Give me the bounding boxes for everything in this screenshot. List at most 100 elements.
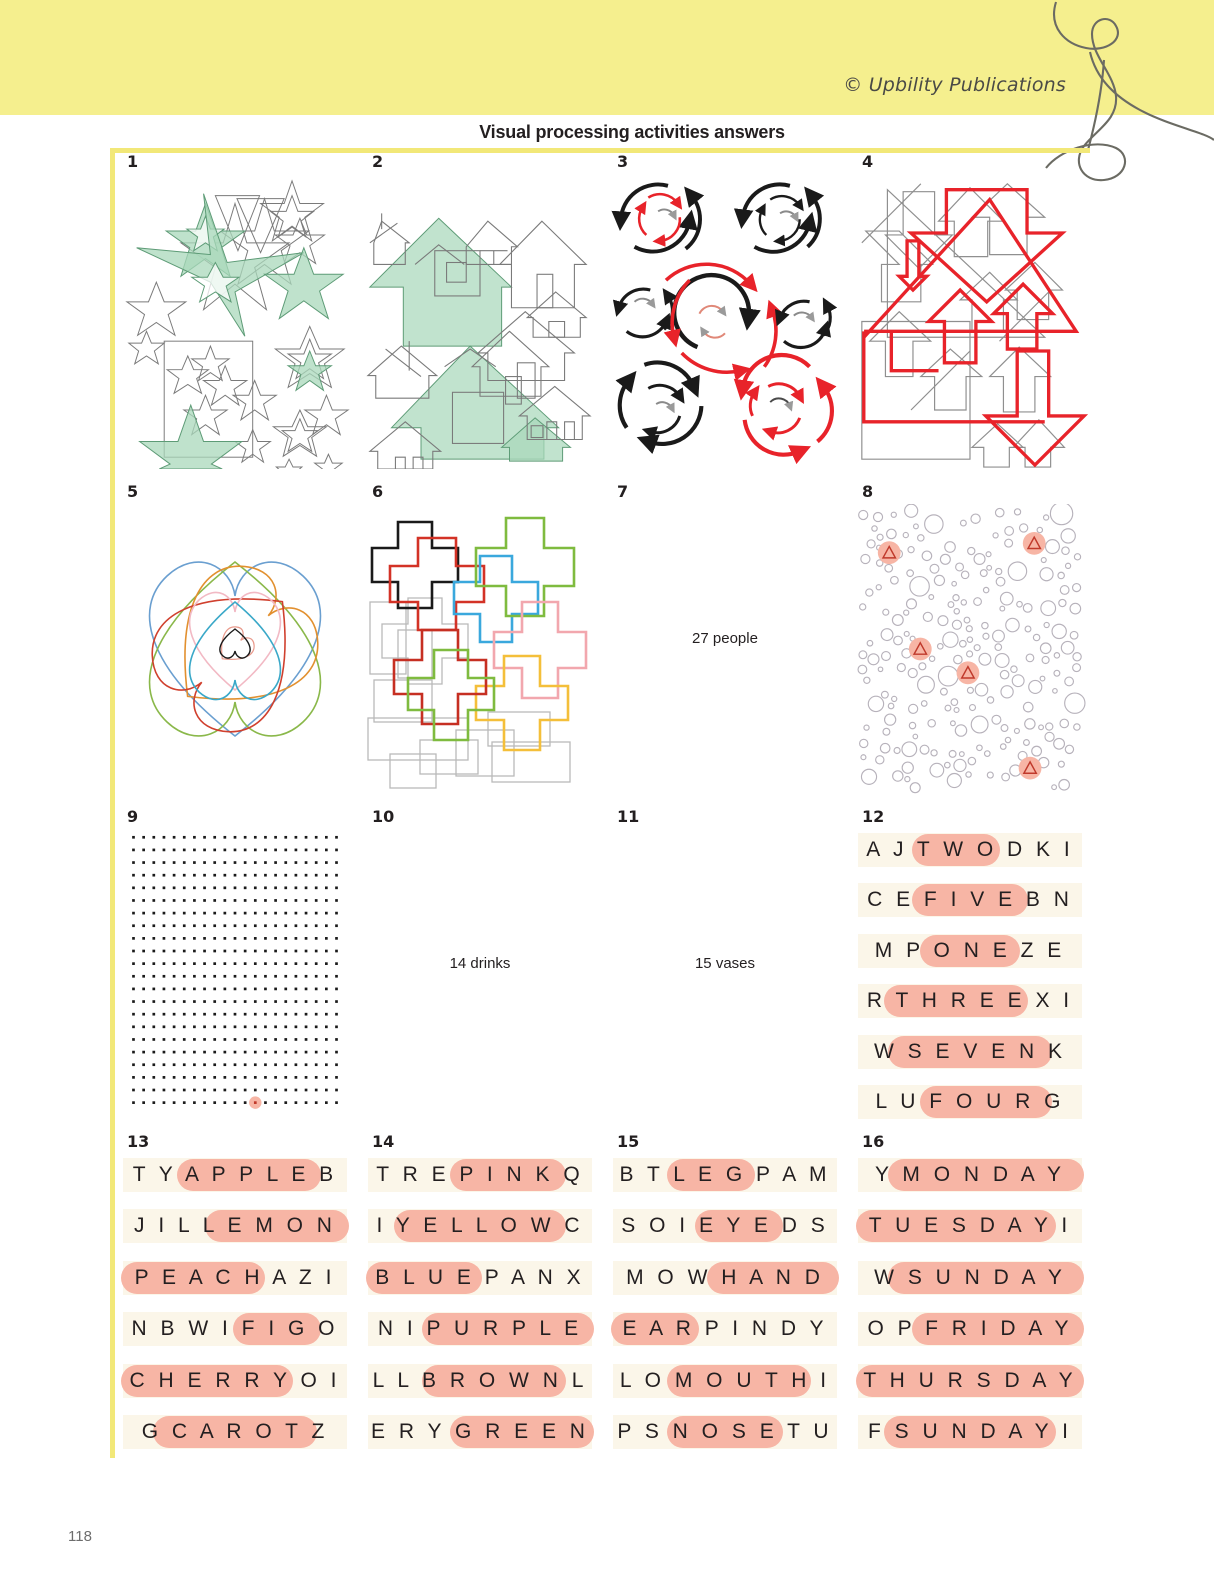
- page-title-text: Visual processing activities answers: [479, 122, 785, 142]
- wordsearch-letters: C H E R R Y O I: [129, 1368, 341, 1392]
- wordsearch-row: E A R P I N D Y: [610, 1312, 837, 1347]
- wordsearch-letters: N B W I F I G O: [131, 1317, 339, 1341]
- answer-cell-14: 14 T R E P I N K Q I Y E L L O W C B L U E…: [360, 1128, 600, 1453]
- wordsearch-row: E R Y G R E E N: [368, 1414, 595, 1449]
- cell-number-5: 5: [127, 482, 139, 501]
- wordsearch-row: S O I E Y E D S: [613, 1209, 837, 1244]
- houses-puzzle-art: [366, 213, 592, 469]
- circles-triangles-puzzle-art: [857, 504, 1086, 794]
- wordsearch-row: R T H R E E X I: [858, 984, 1082, 1019]
- wordsearch-row: I Y E L L O W C: [368, 1209, 592, 1244]
- wordsearch-letters: W S U N D A Y: [874, 1265, 1066, 1289]
- cell-number-6: 6: [372, 482, 384, 501]
- wordsearch-letters: L U F O U R G: [875, 1089, 1065, 1113]
- wordsearch-letters: E A R P I N D Y: [622, 1317, 828, 1341]
- answer-cell-5: 5: [115, 478, 355, 798]
- answer-cell-16: 16 Y M O N D A Y T U E S D A Y I W S U N D…: [850, 1128, 1090, 1453]
- answer-cell-11: 11 15 vases: [605, 803, 845, 1123]
- dot-grid-puzzle-art: [132, 835, 338, 1109]
- wordsearch-row: Y M O N D A Y: [858, 1158, 1085, 1192]
- wordsearch-row: O P F R I D A Y: [858, 1312, 1085, 1347]
- wordsearch-row: T U E S D A Y I: [855, 1209, 1082, 1244]
- wordsearch-13: T Y A P P L E B J I L L E M O N P E A C H …: [120, 1158, 350, 1449]
- answer-text-11: 15 vases: [694, 954, 756, 972]
- wordsearch-row: C H E R R Y O I: [120, 1363, 347, 1398]
- copyright-notice: © Upbility Publications: [843, 74, 1066, 96]
- wordsearch-letters: C E F I V E B N: [867, 888, 1073, 912]
- crosses-puzzle-art: [367, 516, 588, 789]
- wordsearch-row: M P O N E Z E: [858, 933, 1082, 968]
- wordsearch-letters: S O I E Y E D S: [621, 1214, 829, 1238]
- wordsearch-row: C E F I V E B N: [858, 883, 1082, 918]
- answer-cell-3: 3: [605, 148, 845, 473]
- wordsearch-letters: Y M O N D A Y: [874, 1163, 1066, 1186]
- wordsearch-letters: T U E S D A Y I: [868, 1214, 1072, 1238]
- wordsearch-letters: O P F R I D A Y: [867, 1317, 1073, 1341]
- cell-number-16: 16: [862, 1132, 885, 1151]
- answer-cell-12: 12 A J T W O D K I C E F I V E B N M P O N…: [850, 803, 1090, 1123]
- wordsearch-letters: T H U R S D A Y: [863, 1368, 1077, 1392]
- answer-cell-1: 1: [115, 148, 355, 473]
- wordsearch-row: N I P U R P L E: [368, 1312, 595, 1347]
- wordsearch-letters: L L B R O W N L: [372, 1368, 588, 1392]
- wordsearch-row: G C A R O T Z: [123, 1414, 347, 1449]
- wordsearch-row: M O W H A N D: [613, 1260, 840, 1295]
- wordsearch-letters: T R E P I N K Q: [376, 1163, 584, 1186]
- wordsearch-14: T R E P I N K Q I Y E L L O W C B L U E P …: [365, 1158, 595, 1449]
- answer-cell-8: 8: [850, 478, 1090, 798]
- wordsearch-letters: M P O N E Z E: [874, 938, 1066, 962]
- cell-number-13: 13: [127, 1132, 150, 1151]
- header-band: [0, 0, 1214, 115]
- wordsearch-row: L O M O U T H I: [613, 1363, 837, 1398]
- cell-number-4: 4: [862, 152, 874, 171]
- wordsearch-letters: R T H R E E X I: [866, 989, 1074, 1013]
- wordsearch-letters: F S U N D A Y I: [868, 1419, 1072, 1443]
- wordsearch-letters: L O M O U T H I: [619, 1368, 831, 1392]
- wordsearch-row: P E A C H A Z I: [120, 1260, 347, 1295]
- wordsearch-15: B T L E G P A M S O I E Y E D S M O W H A …: [610, 1158, 840, 1449]
- circular-arrows-puzzle-art: [611, 182, 838, 465]
- wordsearch-row: N B W I F I G O: [123, 1312, 347, 1347]
- wordsearch-row: W S U N D A Y: [858, 1260, 1085, 1295]
- answer-cell-9: 9: [115, 803, 355, 1123]
- cell-number-1: 1: [127, 152, 139, 171]
- wordsearch-row: F S U N D A Y I: [858, 1414, 1082, 1449]
- answer-cell-2: 2: [360, 148, 600, 473]
- wordsearch-row: T H U R S D A Y: [855, 1363, 1085, 1398]
- block-arrows-puzzle-art: [861, 183, 1089, 468]
- wordsearch-12: A J T W O D K I C E F I V E B N M P O N E …: [858, 833, 1082, 1119]
- stars-puzzle-art: [125, 179, 350, 469]
- wordsearch-letters: J I L L E M O N: [134, 1214, 336, 1238]
- wordsearch-row: W S E V E N K: [858, 1034, 1082, 1069]
- wordsearch-letters: N I P U R P L E: [377, 1317, 583, 1341]
- answer-text-10: 14 drinks: [449, 954, 511, 972]
- cell-number-3: 3: [617, 152, 629, 171]
- cell-number-14: 14: [372, 1132, 395, 1151]
- wordsearch-letters: G C A R O T Z: [141, 1419, 329, 1443]
- nested-hearts-puzzle-art: [148, 560, 322, 738]
- answers-grid: 1 2 3 4 5 6 7 27 people 8 9 10 14 drinks…: [110, 148, 1090, 1458]
- answer-cell-4: 4: [850, 148, 1090, 473]
- wordsearch-letters: M O W H A N D: [626, 1265, 824, 1289]
- wordsearch-row: B T L E G P A M: [613, 1158, 837, 1192]
- wordsearch-letters: P S N O S E T U: [617, 1419, 833, 1443]
- wordsearch-row: A J T W O D K I: [858, 833, 1082, 867]
- wordsearch-letters: T Y A P P L E B: [132, 1163, 338, 1186]
- page-title: Visual processing activities answers: [0, 122, 1214, 143]
- page-number: 118: [68, 1528, 92, 1545]
- answer-text-7: 27 people: [692, 629, 758, 647]
- answer-cell-7: 7 27 people: [605, 478, 845, 798]
- wordsearch-row: L L B R O W N L: [368, 1363, 592, 1398]
- wordsearch-row: P S N O S E T U: [613, 1414, 837, 1449]
- wordsearch-letters: W S E V E N K: [873, 1039, 1067, 1063]
- answer-cell-15: 15 B T L E G P A M S O I E Y E D S M O W H…: [605, 1128, 845, 1453]
- answer-cell-6: 6: [360, 478, 600, 798]
- answer-cell-13: 13 T Y A P P L E B J I L L E M O N P E A C…: [115, 1128, 355, 1453]
- wordsearch-16: Y M O N D A Y T U E S D A Y I W S U N D A …: [855, 1158, 1085, 1449]
- cell-number-2: 2: [372, 152, 384, 171]
- wordsearch-letters: E R Y G R E E N: [371, 1419, 589, 1443]
- wordsearch-row: B L U E P A N X: [365, 1260, 592, 1295]
- wordsearch-letters: P E A C H A Z I: [134, 1265, 336, 1289]
- wordsearch-letters: B T L E G P A M: [619, 1163, 831, 1186]
- wordsearch-letters: B L U E P A N X: [375, 1265, 585, 1289]
